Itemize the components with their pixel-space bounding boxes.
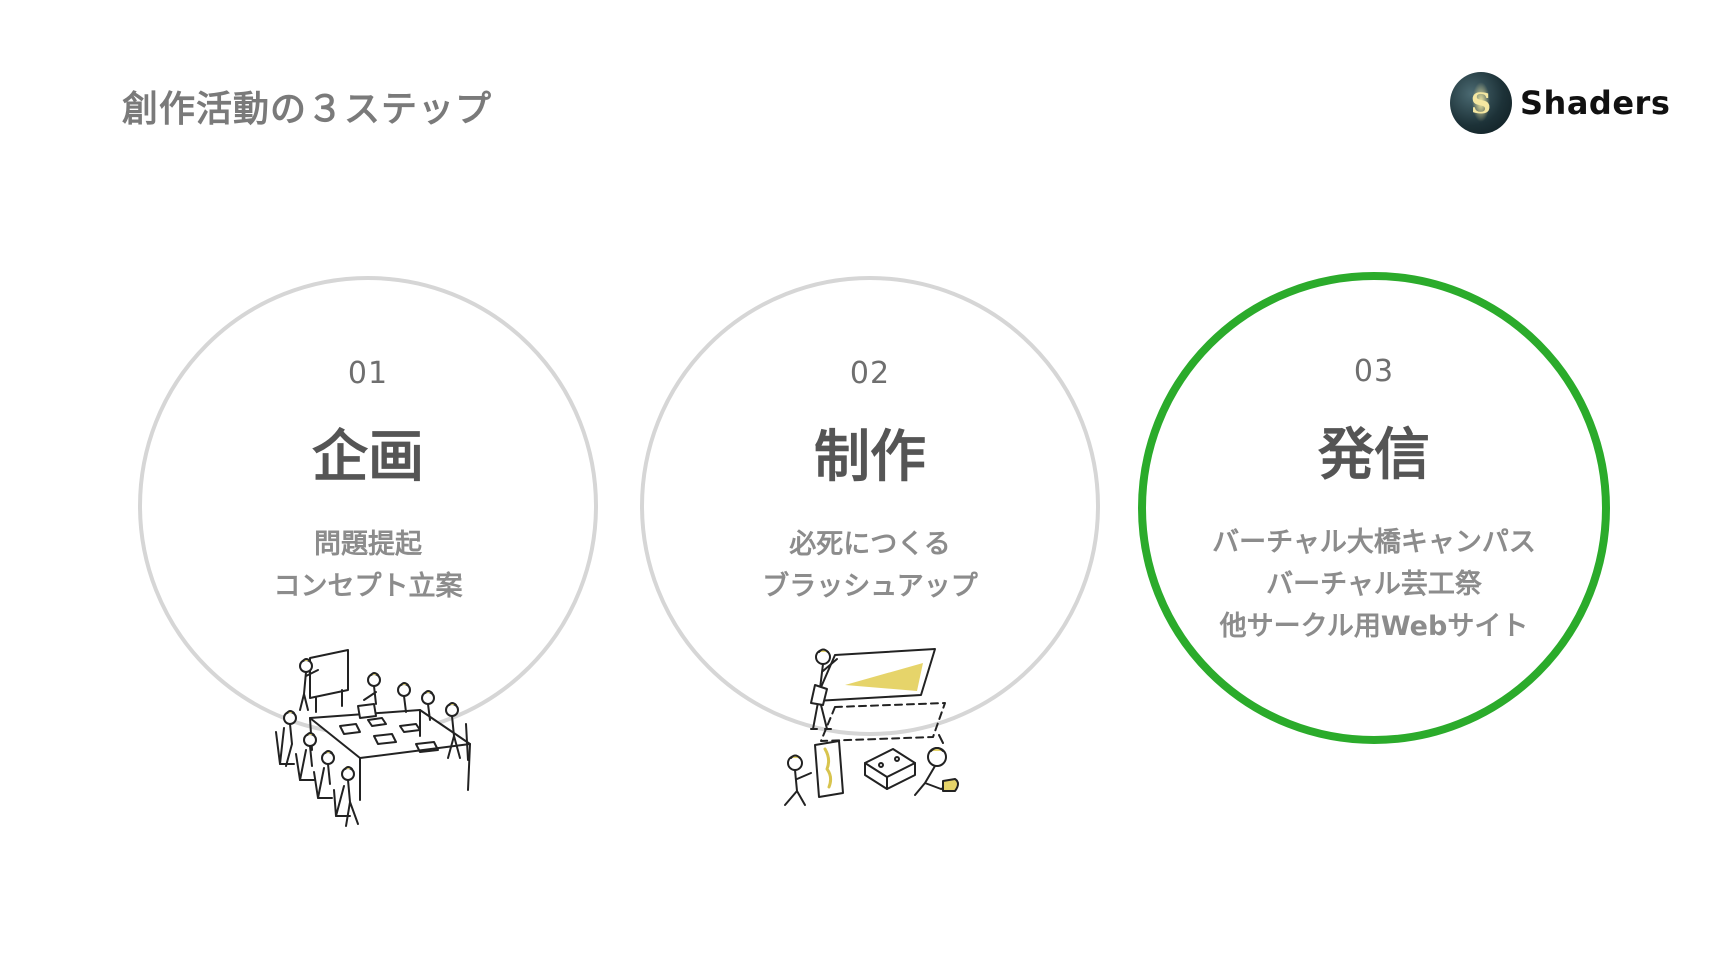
meeting-illustration: [270, 640, 480, 840]
step-number: 02: [849, 356, 891, 391]
step-title: 発信: [1318, 423, 1430, 488]
step-description: 問題提起 コンセプト立案: [273, 529, 463, 602]
step-circle-publishing: 03 発信 バーチャル大橋キャンパス バーチャル芸工祭 他サークル用Webサイト: [1138, 272, 1610, 744]
step-number: 01: [347, 356, 389, 391]
slide-title: 創作活動の３ステップ: [122, 89, 493, 130]
logo-text: Shaders: [1520, 84, 1671, 122]
shaders-logo-icon: S: [1450, 72, 1512, 134]
step-description: バーチャル大橋キャンパス バーチャル芸工祭 他サークル用Webサイト: [1212, 527, 1536, 642]
step-number: 03: [1353, 354, 1395, 389]
step-title: 制作: [814, 425, 926, 490]
step-description: 必死につくる ブラッシュアップ: [762, 529, 978, 602]
shaders-logo: S Shaders: [1450, 71, 1670, 135]
step-title: 企画: [312, 425, 424, 490]
building-illustration: [775, 645, 975, 825]
